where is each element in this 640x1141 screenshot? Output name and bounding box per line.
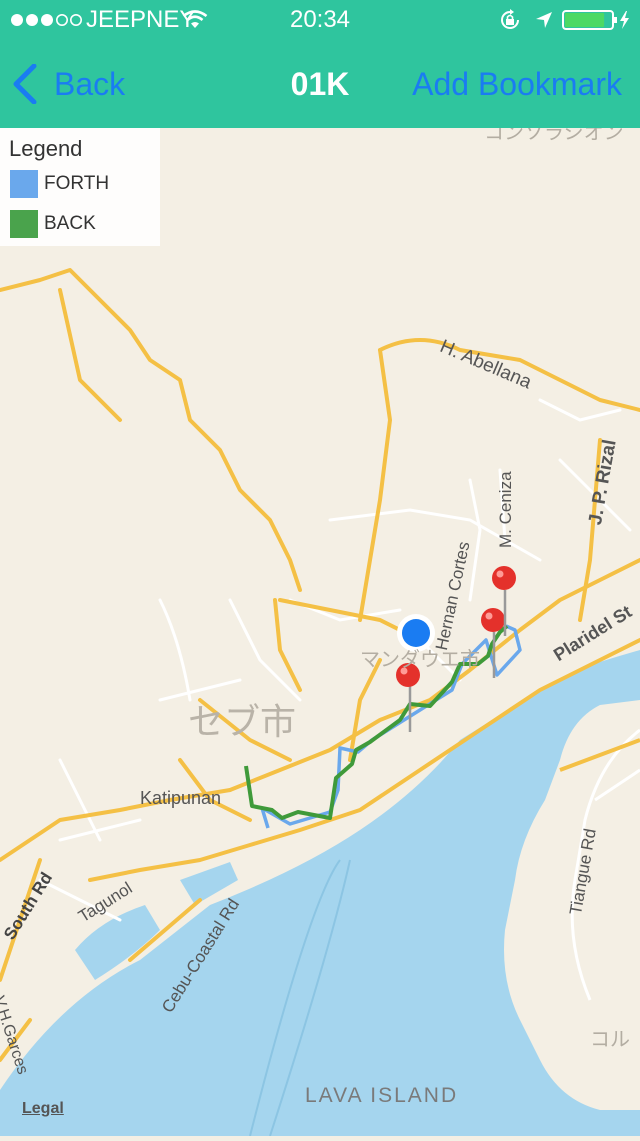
legal-link[interactable]: Legal — [22, 1100, 64, 1118]
legend-label-forth: FORTH — [44, 173, 110, 194]
add-bookmark-button[interactable]: Add Bookmark — [412, 64, 622, 104]
district-label: マンダウエ市 — [360, 649, 480, 671]
map-canvas[interactable] — [0, 128, 640, 1137]
legend-label-back: BACK — [44, 213, 96, 234]
place-label-bottom-right: コル — [590, 1029, 630, 1051]
legend-item-back: BACK — [10, 210, 96, 238]
legend-swatch-back — [10, 210, 38, 238]
location-arrow-icon — [536, 12, 552, 28]
street-label-katipunan: Katipunan — [140, 788, 222, 808]
orientation-lock-icon — [501, 9, 519, 29]
legend-swatch-forth — [10, 170, 38, 198]
city-label: セブ市 — [188, 701, 297, 742]
street-label-m-ceniza: M. Ceniza — [496, 471, 515, 548]
legend-item-forth: FORTH — [10, 170, 109, 198]
island-label: LAVA ISLAND — [305, 1084, 459, 1107]
status-bar: JEEPNEY 20:34 — [0, 0, 640, 40]
legend-title: Legend — [9, 136, 83, 161]
map-legend: Legend FORTH BACK — [0, 128, 160, 246]
map-view[interactable]: セブ市 マンダウエ市 コンソラシオン コル H. Abellana M. Cen… — [0, 122, 640, 1137]
battery-icon — [562, 10, 629, 30]
navigation-bar: JEEPNEY 20:34 Back 01K Add Bookmark — [0, 0, 640, 128]
